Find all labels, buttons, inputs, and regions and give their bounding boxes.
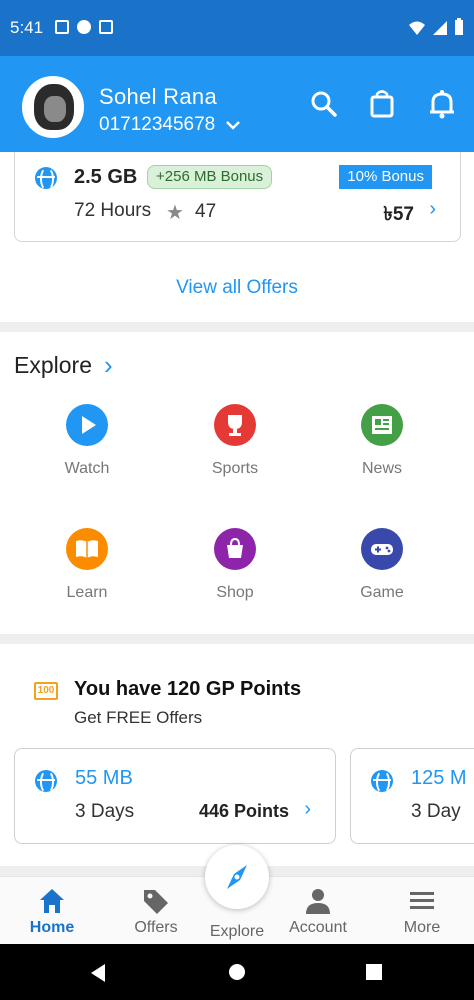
star-icon: ★ <box>166 202 184 224</box>
nav-more[interactable]: More <box>372 887 472 937</box>
chevron-right-icon: › <box>104 350 113 380</box>
explore-label: Shop <box>216 584 254 601</box>
explore-title: Explore <box>14 352 92 378</box>
points-offer-card[interactable]: 55 MB 3 Days 446 Points › <box>14 748 336 844</box>
avatar[interactable] <box>22 76 84 138</box>
explore-label: Learn <box>66 584 108 601</box>
globe-icon <box>371 770 393 794</box>
explore-label: News <box>361 460 402 477</box>
user-name: Sohel Rana <box>99 84 217 109</box>
offer-rating: 47 <box>195 201 217 222</box>
explore-fab[interactable] <box>205 845 269 909</box>
nav-label: More <box>403 919 441 936</box>
search-icon[interactable] <box>306 86 342 122</box>
book-icon <box>76 540 98 558</box>
nav-account[interactable]: Account <box>268 887 368 937</box>
person-icon <box>306 889 330 914</box>
system-nav-bar <box>0 944 474 1000</box>
menu-icon <box>410 892 434 909</box>
system-status-icons <box>408 18 464 36</box>
recents-icon[interactable] <box>366 964 382 980</box>
phone-number: 01712345678 <box>99 114 216 135</box>
explore-item-watch[interactable]: Watch <box>27 404 147 478</box>
offer-price: ৳57 <box>383 204 414 225</box>
status-bar: 5:41 <box>0 0 474 56</box>
gamepad-icon <box>371 544 393 555</box>
points-subtitle: Get FREE Offers <box>74 708 203 727</box>
nav-home[interactable]: Home <box>2 887 102 937</box>
nav-label: Account <box>289 919 347 936</box>
wifi-icon <box>409 21 425 35</box>
points-offer-cost: 446 Points <box>198 801 289 821</box>
signal-icon <box>433 21 447 35</box>
chevron-down-icon <box>226 121 241 130</box>
back-icon[interactable] <box>88 963 108 983</box>
points-icon: 100 <box>34 682 58 700</box>
app-header: Sohel Rana 01712345678 <box>0 56 474 152</box>
notification-icons <box>55 20 113 34</box>
play-icon <box>82 416 96 434</box>
trophy-icon <box>228 415 242 436</box>
percent-bonus-badge: 10% Bonus <box>339 165 432 189</box>
shopping-bag-icon <box>227 537 243 558</box>
battery-icon <box>455 18 463 35</box>
points-offer-data: 55 MB <box>75 767 133 789</box>
explore-item-game[interactable]: Game <box>322 528 442 602</box>
explore-label: Game <box>360 584 404 601</box>
explore-item-news[interactable]: News <box>322 404 442 478</box>
home-icon <box>40 889 64 913</box>
view-all-offers-link[interactable]: View all Offers <box>0 277 474 299</box>
nav-label: Home <box>29 919 75 936</box>
explore-item-shop[interactable]: Shop <box>175 528 295 602</box>
phone-number-selector[interactable]: 01712345678 <box>99 114 241 136</box>
explore-item-sports[interactable]: Sports <box>175 404 295 478</box>
points-offer-validity: 3 Day <box>411 801 461 822</box>
newspaper-icon <box>372 416 392 434</box>
points-offer-validity: 3 Days <box>75 801 135 822</box>
offer-data-amount: 2.5 GB <box>74 166 138 188</box>
chevron-right-icon: › <box>429 198 436 220</box>
offer-validity: 72 Hours <box>74 200 152 221</box>
notification-a-icon <box>55 20 69 34</box>
chevron-right-icon: › <box>304 798 311 820</box>
explore-header[interactable]: Explore › <box>14 350 113 380</box>
points-offer-data: 125 M <box>411 767 467 789</box>
explore-item-learn[interactable]: Learn <box>27 528 147 602</box>
bonus-badge: +256 MB Bonus <box>147 165 273 189</box>
tag-icon <box>144 890 168 914</box>
explore-label: Sports <box>211 460 259 477</box>
notification-circle-icon <box>77 20 91 34</box>
home-button-icon[interactable] <box>228 963 246 981</box>
compass-icon <box>227 865 247 889</box>
points-offer-card[interactable]: 125 M 3 Day <box>350 748 474 844</box>
section-divider <box>0 322 474 332</box>
globe-icon <box>35 167 57 191</box>
explore-label: Watch <box>64 460 110 477</box>
status-time: 5:41 <box>10 18 44 37</box>
offer-card[interactable]: 2.5 GB +256 MB Bonus 10% Bonus 72 Hours … <box>14 152 461 242</box>
shopping-bag-icon[interactable] <box>364 86 400 122</box>
sd-card-icon <box>99 20 113 34</box>
points-title: You have 120 GP Points <box>74 678 302 700</box>
globe-icon <box>35 770 57 794</box>
bell-icon[interactable] <box>424 86 460 122</box>
section-divider <box>0 634 474 644</box>
